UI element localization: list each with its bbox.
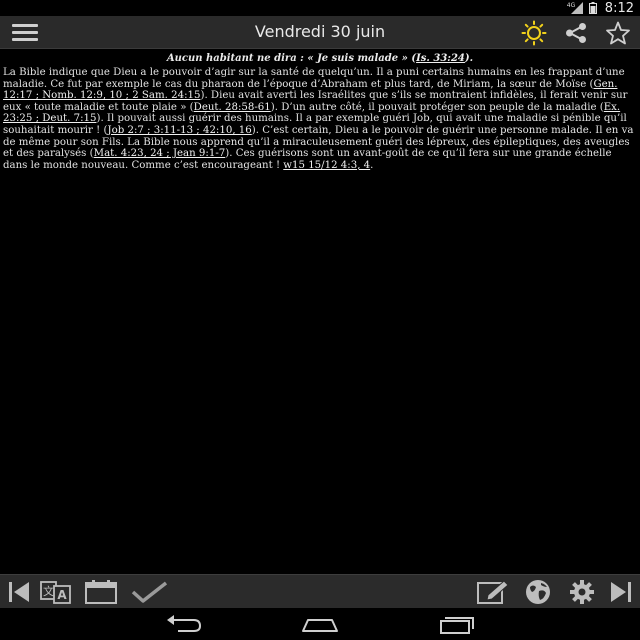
first-page-icon[interactable] <box>5 579 33 605</box>
scripture-link[interactable]: Deut. 28:58-61 <box>194 102 271 113</box>
theme-end: ). <box>464 53 474 64</box>
body-text: . <box>370 159 374 171</box>
gear-icon[interactable] <box>567 579 595 605</box>
last-page-icon[interactable] <box>607 579 635 605</box>
star-icon[interactable] <box>605 20 631 46</box>
body-text: ). D’un autre côté, il pouvait protéger … <box>270 101 604 113</box>
body-text: La Bible indique que Dieu a le pouvoir d… <box>3 67 625 90</box>
navigation-bar <box>0 608 640 640</box>
theme-text: Aucun habitant ne dira : « Je suis malad… <box>166 53 417 64</box>
sun-icon[interactable] <box>521 20 547 46</box>
bottom-toolbar: 文 A <box>0 574 640 608</box>
theme-scripture-link[interactable]: Is. 33:24 <box>416 53 465 64</box>
status-clock: 8:12 <box>604 0 634 16</box>
signal-icon: 4G <box>567 2 583 14</box>
svg-text:文: 文 <box>43 584 54 598</box>
translate-icon[interactable]: 文 A <box>40 579 71 605</box>
network-label: 4G <box>566 2 576 9</box>
recents-icon[interactable] <box>436 614 476 634</box>
scripture-link[interactable]: Mat. 4:23, 24 ; Jean 9:1-7 <box>94 148 226 159</box>
daily-text-theme: Aucun habitant ne dira : « Je suis malad… <box>3 52 637 65</box>
calendar-icon[interactable] <box>84 579 117 605</box>
globe-icon[interactable] <box>523 579 551 605</box>
svg-text:A: A <box>57 588 67 602</box>
status-bar: 4G 8:12 <box>0 0 640 16</box>
daily-text-body: La Bible indique que Dieu a le pouvoir d… <box>3 67 637 171</box>
source-reference-link[interactable]: w15 15/12 4:3, 4 <box>283 160 370 171</box>
share-icon[interactable] <box>563 20 589 46</box>
back-icon[interactable] <box>164 614 204 634</box>
scripture-link[interactable]: Job 2:7 ; 3:11-13 ; 42:10, 16 <box>107 125 251 136</box>
daily-text-content: Aucun habitant ne dira : « Je suis malad… <box>0 50 640 574</box>
check-icon[interactable] <box>130 579 170 605</box>
battery-icon <box>588 2 597 14</box>
home-icon[interactable] <box>300 614 340 634</box>
edit-icon[interactable] <box>476 579 510 605</box>
action-bar: Vendredi 30 juin <box>0 16 640 49</box>
menu-icon[interactable] <box>12 24 38 42</box>
